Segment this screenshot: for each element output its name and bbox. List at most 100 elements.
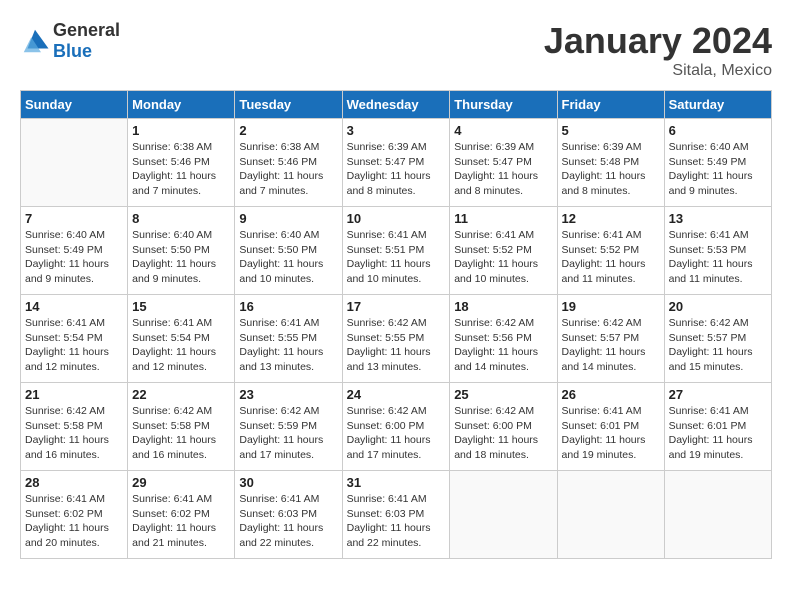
day-number: 19 xyxy=(562,299,660,314)
day-info: Sunrise: 6:40 AMSunset: 5:50 PMDaylight:… xyxy=(239,228,337,287)
day-number: 10 xyxy=(347,211,446,226)
calendar-cell: 27 Sunrise: 6:41 AMSunset: 6:01 PMDayligh… xyxy=(664,383,771,471)
calendar-week-row: 1 Sunrise: 6:38 AMSunset: 5:46 PMDaylight… xyxy=(21,119,772,207)
day-info: Sunrise: 6:42 AMSunset: 5:57 PMDaylight:… xyxy=(562,316,660,375)
day-number: 30 xyxy=(239,475,337,490)
day-number: 2 xyxy=(239,123,337,138)
day-number: 13 xyxy=(669,211,767,226)
calendar-cell: 7 Sunrise: 6:40 AMSunset: 5:49 PMDaylight… xyxy=(21,207,128,295)
day-number: 4 xyxy=(454,123,552,138)
calendar-cell: 8 Sunrise: 6:40 AMSunset: 5:50 PMDaylight… xyxy=(128,207,235,295)
day-info: Sunrise: 6:42 AMSunset: 5:58 PMDaylight:… xyxy=(25,404,123,463)
calendar-cell: 18Sunrise: 6:42 AMSunset: 5:56 PMDayligh… xyxy=(450,295,557,383)
day-info: Sunrise: 6:41 AMSunset: 6:03 PMDaylight:… xyxy=(239,492,337,551)
day-info: Sunrise: 6:38 AMSunset: 5:46 PMDaylight:… xyxy=(132,140,230,199)
calendar-cell xyxy=(450,471,557,559)
logo-text-blue: Blue xyxy=(53,41,92,61)
day-header-thursday: Thursday xyxy=(450,91,557,119)
calendar-week-row: 21 Sunrise: 6:42 AMSunset: 5:58 PMDayligh… xyxy=(21,383,772,471)
calendar-cell: 29 Sunrise: 6:41 AMSunset: 6:02 PMDayligh… xyxy=(128,471,235,559)
calendar-cell: 20Sunrise: 6:42 AMSunset: 5:57 PMDayligh… xyxy=(664,295,771,383)
calendar-cell: 4 Sunrise: 6:39 AMSunset: 5:47 PMDaylight… xyxy=(450,119,557,207)
calendar-week-row: 28Sunrise: 6:41 AMSunset: 6:02 PMDayligh… xyxy=(21,471,772,559)
day-info: Sunrise: 6:41 AMSunset: 5:54 PMDaylight:… xyxy=(25,316,123,375)
day-number: 1 xyxy=(132,123,230,138)
day-info: Sunrise: 6:40 AMSunset: 5:50 PMDaylight:… xyxy=(132,228,230,287)
calendar-cell xyxy=(557,471,664,559)
day-info: Sunrise: 6:38 AMSunset: 5:46 PMDaylight:… xyxy=(239,140,337,199)
calendar-table: SundayMondayTuesdayWednesdayThursdayFrid… xyxy=(20,90,772,559)
logo: General Blue xyxy=(20,20,120,62)
day-info: Sunrise: 6:39 AMSunset: 5:47 PMDaylight:… xyxy=(454,140,552,199)
calendar-week-row: 7 Sunrise: 6:40 AMSunset: 5:49 PMDaylight… xyxy=(21,207,772,295)
day-info: Sunrise: 6:41 AMSunset: 5:52 PMDaylight:… xyxy=(562,228,660,287)
calendar-cell: 12 Sunrise: 6:41 AMSunset: 5:52 PMDayligh… xyxy=(557,207,664,295)
day-info: Sunrise: 6:41 AMSunset: 6:01 PMDaylight:… xyxy=(669,404,767,463)
day-info: Sunrise: 6:42 AMSunset: 5:58 PMDaylight:… xyxy=(132,404,230,463)
title-area: January 2024 Sitala, Mexico xyxy=(544,20,772,80)
day-info: Sunrise: 6:41 AMSunset: 6:03 PMDaylight:… xyxy=(347,492,446,551)
day-number: 16 xyxy=(239,299,337,314)
day-number: 22 xyxy=(132,387,230,402)
calendar-cell: 25 Sunrise: 6:42 AMSunset: 6:00 PMDayligh… xyxy=(450,383,557,471)
day-info: Sunrise: 6:39 AMSunset: 5:48 PMDaylight:… xyxy=(562,140,660,199)
day-header-wednesday: Wednesday xyxy=(342,91,450,119)
day-number: 8 xyxy=(132,211,230,226)
day-number: 25 xyxy=(454,387,552,402)
day-info: Sunrise: 6:40 AMSunset: 5:49 PMDaylight:… xyxy=(669,140,767,199)
day-number: 31 xyxy=(347,475,446,490)
day-info: Sunrise: 6:41 AMSunset: 6:02 PMDaylight:… xyxy=(25,492,123,551)
day-info: Sunrise: 6:42 AMSunset: 5:57 PMDaylight:… xyxy=(669,316,767,375)
calendar-cell: 11 Sunrise: 6:41 AMSunset: 5:52 PMDayligh… xyxy=(450,207,557,295)
day-number: 29 xyxy=(132,475,230,490)
calendar-cell: 31 Sunrise: 6:41 AMSunset: 6:03 PMDayligh… xyxy=(342,471,450,559)
day-number: 6 xyxy=(669,123,767,138)
calendar-cell: 1 Sunrise: 6:38 AMSunset: 5:46 PMDaylight… xyxy=(128,119,235,207)
calendar-cell: 23 Sunrise: 6:42 AMSunset: 5:59 PMDayligh… xyxy=(235,383,342,471)
day-number: 12 xyxy=(562,211,660,226)
calendar-cell: 15 Sunrise: 6:41 AMSunset: 5:54 PMDayligh… xyxy=(128,295,235,383)
day-number: 18 xyxy=(454,299,552,314)
day-info: Sunrise: 6:41 AMSunset: 5:54 PMDaylight:… xyxy=(132,316,230,375)
calendar-cell: 16 Sunrise: 6:41 AMSunset: 5:55 PMDayligh… xyxy=(235,295,342,383)
day-number: 3 xyxy=(347,123,446,138)
day-info: Sunrise: 6:41 AMSunset: 6:01 PMDaylight:… xyxy=(562,404,660,463)
day-number: 23 xyxy=(239,387,337,402)
day-number: 11 xyxy=(454,211,552,226)
calendar-cell: 28Sunrise: 6:41 AMSunset: 6:02 PMDayligh… xyxy=(21,471,128,559)
calendar-cell: 14 Sunrise: 6:41 AMSunset: 5:54 PMDayligh… xyxy=(21,295,128,383)
day-number: 21 xyxy=(25,387,123,402)
day-info: Sunrise: 6:42 AMSunset: 5:55 PMDaylight:… xyxy=(347,316,446,375)
day-info: Sunrise: 6:42 AMSunset: 5:59 PMDaylight:… xyxy=(239,404,337,463)
day-number: 7 xyxy=(25,211,123,226)
day-header-saturday: Saturday xyxy=(664,91,771,119)
calendar-cell xyxy=(21,119,128,207)
day-number: 9 xyxy=(239,211,337,226)
calendar-cell: 17Sunrise: 6:42 AMSunset: 5:55 PMDayligh… xyxy=(342,295,450,383)
day-info: Sunrise: 6:39 AMSunset: 5:47 PMDaylight:… xyxy=(347,140,446,199)
calendar-cell: 24Sunrise: 6:42 AMSunset: 6:00 PMDayligh… xyxy=(342,383,450,471)
day-number: 15 xyxy=(132,299,230,314)
day-header-monday: Monday xyxy=(128,91,235,119)
day-info: Sunrise: 6:41 AMSunset: 5:55 PMDaylight:… xyxy=(239,316,337,375)
calendar-cell: 30 Sunrise: 6:41 AMSunset: 6:03 PMDayligh… xyxy=(235,471,342,559)
day-number: 24 xyxy=(347,387,446,402)
day-info: Sunrise: 6:41 AMSunset: 5:52 PMDaylight:… xyxy=(454,228,552,287)
day-number: 14 xyxy=(25,299,123,314)
day-number: 26 xyxy=(562,387,660,402)
calendar-cell: 2 Sunrise: 6:38 AMSunset: 5:46 PMDaylight… xyxy=(235,119,342,207)
calendar-cell xyxy=(664,471,771,559)
calendar-cell: 5 Sunrise: 6:39 AMSunset: 5:48 PMDaylight… xyxy=(557,119,664,207)
day-number: 5 xyxy=(562,123,660,138)
day-number: 27 xyxy=(669,387,767,402)
calendar-cell: 19 Sunrise: 6:42 AMSunset: 5:57 PMDayligh… xyxy=(557,295,664,383)
day-info: Sunrise: 6:41 AMSunset: 5:51 PMDaylight:… xyxy=(347,228,446,287)
day-info: Sunrise: 6:41 AMSunset: 6:02 PMDaylight:… xyxy=(132,492,230,551)
calendar-cell: 26 Sunrise: 6:41 AMSunset: 6:01 PMDayligh… xyxy=(557,383,664,471)
calendar-cell: 21 Sunrise: 6:42 AMSunset: 5:58 PMDayligh… xyxy=(21,383,128,471)
logo-icon xyxy=(20,26,50,56)
day-info: Sunrise: 6:40 AMSunset: 5:49 PMDaylight:… xyxy=(25,228,123,287)
day-info: Sunrise: 6:42 AMSunset: 6:00 PMDaylight:… xyxy=(454,404,552,463)
header: General Blue January 2024 Sitala, Mexico xyxy=(20,20,772,80)
calendar-cell: 22 Sunrise: 6:42 AMSunset: 5:58 PMDayligh… xyxy=(128,383,235,471)
